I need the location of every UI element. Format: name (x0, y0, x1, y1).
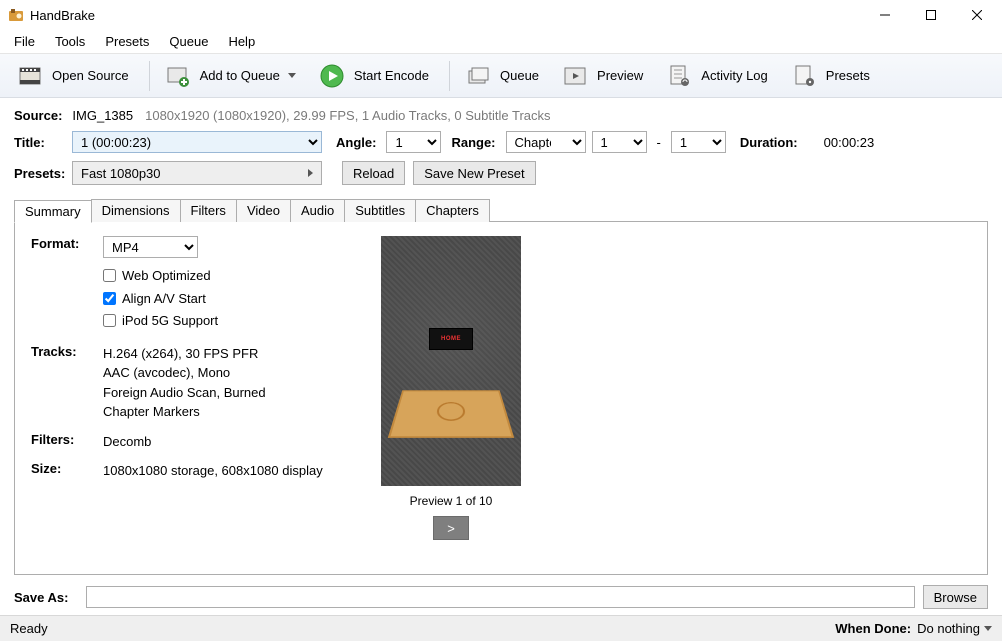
save-as-label: Save As: (14, 590, 68, 605)
menu-bar: File Tools Presets Queue Help (0, 30, 1002, 54)
preview-counter: Preview 1 of 10 (410, 494, 493, 508)
preview-button[interactable]: Preview (553, 60, 653, 92)
presets-icon (792, 64, 816, 88)
save-as-row: Save As: Browse (14, 585, 988, 609)
status-bar: Ready When Done: Do nothing (0, 615, 1002, 641)
when-done-select[interactable]: Do nothing (917, 621, 992, 636)
size-value: 1080x1080 storage, 608x1080 display (103, 461, 371, 481)
toolbar-separator (449, 61, 450, 91)
summary-panel: Format: MP4 Web Optimized Align A/V Star… (14, 221, 988, 575)
align-av-label: Align A/V Start (122, 289, 206, 309)
app-icon (8, 7, 24, 23)
format-select[interactable]: MP4 (103, 236, 198, 258)
chevron-down-icon (288, 73, 296, 78)
angle-label: Angle: (336, 135, 376, 150)
preview-label: Preview (597, 68, 643, 83)
menu-file[interactable]: File (4, 32, 45, 51)
web-optimized-checkbox[interactable] (103, 269, 116, 282)
save-new-preset-button[interactable]: Save New Preset (413, 161, 535, 185)
activity-log-button[interactable]: Activity Log (657, 60, 777, 92)
close-button[interactable] (954, 0, 1000, 30)
open-source-button[interactable]: Open Source (8, 60, 139, 92)
chevron-right-icon (308, 169, 313, 177)
source-label: Source: (14, 108, 62, 123)
title-label: Title: (14, 135, 62, 150)
title-select[interactable]: 1 (00:00:23) (72, 131, 322, 153)
play-icon (320, 64, 344, 88)
presets-row: Presets: Fast 1080p30 Reload Save New Pr… (14, 161, 988, 185)
range-end-select[interactable]: 1 (671, 131, 726, 153)
angle-select[interactable]: 1 (386, 131, 441, 153)
browse-button[interactable]: Browse (923, 585, 988, 609)
tab-chapters[interactable]: Chapters (415, 199, 490, 222)
filters-value: Decomb (103, 432, 371, 452)
add-to-queue-label: Add to Queue (200, 68, 280, 83)
when-done-label: When Done: (835, 621, 911, 636)
ipod-checkbox[interactable] (103, 314, 116, 327)
source-meta: 1080x1920 (1080x1920), 29.99 FPS, 1 Audi… (145, 108, 550, 123)
add-to-queue-button[interactable]: Add to Queue (156, 60, 306, 92)
presets-label: Presets: (14, 166, 62, 181)
maximize-button[interactable] (908, 0, 954, 30)
range-start-select[interactable]: 1 (592, 131, 647, 153)
menu-queue[interactable]: Queue (159, 32, 218, 51)
size-label: Size: (31, 461, 103, 481)
preset-selected: Fast 1080p30 (81, 166, 161, 181)
status-text: Ready (10, 621, 48, 636)
title-bar: HandBrake (0, 0, 1002, 30)
menu-tools[interactable]: Tools (45, 32, 95, 51)
presets-toolbar-label: Presets (826, 68, 870, 83)
source-name: IMG_1385 (72, 108, 133, 123)
tab-dimensions[interactable]: Dimensions (91, 199, 181, 222)
filters-label: Filters: (31, 432, 103, 452)
film-icon (18, 64, 42, 88)
log-icon (667, 64, 691, 88)
toolbar: Open Source Add to Queue Start Encode Qu… (0, 54, 1002, 98)
minimize-button[interactable] (862, 0, 908, 30)
open-source-label: Open Source (52, 68, 129, 83)
menu-presets[interactable]: Presets (95, 32, 159, 51)
tab-filters[interactable]: Filters (180, 199, 237, 222)
tab-subtitles[interactable]: Subtitles (344, 199, 416, 222)
save-as-input[interactable] (86, 586, 914, 608)
range-separator: - (647, 135, 671, 150)
activity-log-label: Activity Log (701, 68, 767, 83)
tab-audio[interactable]: Audio (290, 199, 345, 222)
queue-icon (466, 64, 490, 88)
start-encode-button[interactable]: Start Encode (310, 60, 439, 92)
menu-help[interactable]: Help (218, 32, 265, 51)
tracks-label: Tracks: (31, 344, 103, 422)
preset-select[interactable]: Fast 1080p30 (72, 161, 322, 185)
ipod-label: iPod 5G Support (122, 311, 218, 331)
content-area: Source: IMG_1385 1080x1920 (1080x1920), … (0, 98, 1002, 615)
preview-icon (563, 64, 587, 88)
tab-summary[interactable]: Summary (14, 200, 92, 223)
chevron-down-icon (984, 626, 992, 631)
queue-button[interactable]: Queue (456, 60, 549, 92)
preview-image: HOME (381, 236, 521, 486)
align-av-checkbox[interactable] (103, 292, 116, 305)
add-queue-icon (166, 64, 190, 88)
web-optimized-label: Web Optimized (122, 266, 211, 286)
title-row: Title: 1 (00:00:23) Angle: 1 Range: Chap… (14, 131, 988, 153)
start-encode-label: Start Encode (354, 68, 429, 83)
window-title: HandBrake (30, 8, 95, 23)
tab-strip: Summary Dimensions Filters Video Audio S… (14, 199, 988, 222)
presets-button[interactable]: Presets (782, 60, 880, 92)
toolbar-separator (149, 61, 150, 91)
duration-value: 00:00:23 (824, 135, 875, 150)
source-row: Source: IMG_1385 1080x1920 (1080x1920), … (14, 108, 988, 123)
range-mode-select[interactable]: Chapters (506, 131, 586, 153)
duration-label: Duration: (740, 135, 798, 150)
preview-next-button[interactable]: > (433, 516, 469, 540)
range-label: Range: (451, 135, 495, 150)
format-label: Format: (31, 236, 103, 334)
reload-button[interactable]: Reload (342, 161, 405, 185)
tab-video[interactable]: Video (236, 199, 291, 222)
tracks-value: H.264 (x264), 30 FPS PFR AAC (avcodec), … (103, 344, 371, 422)
queue-label: Queue (500, 68, 539, 83)
